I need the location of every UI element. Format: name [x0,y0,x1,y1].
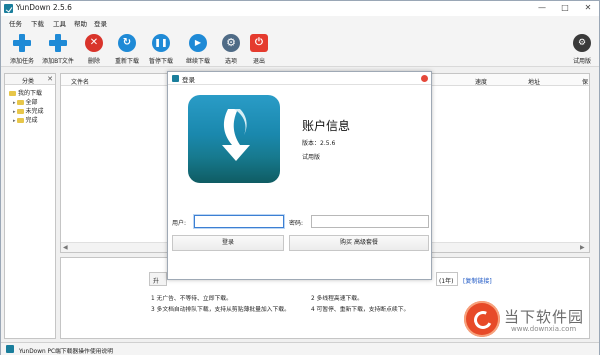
toolbar: 添加任务 添加BT文件 ✕ 删除 ↻ 重新下载 ❚❚ 暂停下载 ▶ 继续下载 ⚙… [1,29,599,67]
dialog-app-icon [172,75,179,82]
gear-icon: ⚙ [222,34,240,52]
password-input[interactable] [311,215,429,228]
column-filename[interactable]: 文件名 [71,77,89,86]
tree-root-label: 我的下载 [18,90,43,97]
scroll-right-icon[interactable]: ▶ [580,244,585,251]
add-bt-icon [49,34,67,52]
tree-item-all[interactable]: ▸ 全部 [13,97,38,106]
scroll-left-icon[interactable]: ◀ [63,244,68,251]
login-dialog: 登录 账户信息 版本：2.5.6 试用版 用户: 密码: 登录 购买 高级套餐 [167,71,432,280]
watermark-logo-icon [464,301,500,337]
add-task-button[interactable]: 添加任务 [2,32,42,66]
password-label: 密码: [289,220,304,227]
category-panel-close-button[interactable]: ✕ [47,75,53,83]
add-bt-button[interactable]: 添加BT文件 [38,32,78,66]
trial-label: 试用版 [572,58,591,65]
menu-tools[interactable]: 工具 [53,18,66,28]
column-speed[interactable]: 速度 [475,77,487,86]
exit-label: 退出 [252,58,265,65]
trial-badge-icon: ⚙ [573,34,591,52]
feature-4: 4 可暂停、重新下载，支持断点续下。 [311,307,410,313]
close-button[interactable]: ✕ [580,2,596,14]
tree-item-all-label: 全部 [25,99,38,106]
login-dialog-title: 登录 [182,76,195,84]
menu-bar: 任务 下载 工具 帮助 登录 [1,16,599,29]
watermark-title: 当下软件园 [504,308,585,326]
menu-download[interactable]: 下载 [31,18,44,28]
app-large-logo-icon [188,95,280,183]
user-input[interactable] [194,215,284,228]
copy-link[interactable]: [复制链接] [463,276,492,285]
account-info-title: 账户信息 [302,119,351,133]
maximize-button[interactable]: □ [557,2,573,14]
column-address[interactable]: 地址 [528,77,540,86]
feature-3: 3 多文档自动排队下载，支持从剪贴薄批量加入下载。 [151,307,290,313]
dialog-close-button[interactable] [421,75,428,82]
status-text[interactable]: YunDown PC端下载器操作使用说明 [19,346,113,355]
login-dialog-titlebar: 登录 [168,72,431,85]
category-panel-header: 分类 ✕ [5,74,55,85]
folder-icon [16,109,24,114]
user-label: 用户: [172,220,187,227]
status-bar: YunDown PC端下载器操作使用说明 [1,342,599,355]
feature-2: 2 多线程高速下载。 [311,296,363,302]
menu-task[interactable]: 任务 [9,18,22,28]
plan-duration: (1年) [439,278,454,285]
folder-icon [16,100,24,105]
feature-1: 1 无广告、不等待、立即下载。 [151,296,232,302]
tree-item-incomplete-label: 未完成 [25,108,44,115]
add-task-icon [13,34,31,52]
column-save[interactable]: 保 [582,77,588,86]
login-button[interactable]: 登录 [172,235,284,251]
category-panel: 分类 ✕ 我的下载 ▸ 全部 ▸ 未完成 ▸ 完成 [4,73,56,339]
pause-icon: ❚❚ [152,34,170,52]
tree-item-incomplete[interactable]: ▸ 未完成 [13,106,44,115]
menu-help[interactable]: 帮助 [74,18,87,28]
pause-button[interactable]: ❚❚ 暂停下载 [141,32,181,66]
title-bar: YunDown 2.5.6 — □ ✕ [1,1,599,16]
minimize-button[interactable]: — [534,2,550,14]
edition-text: 试用版 [302,154,321,161]
trial-version-indicator: ⚙ 试用版 [562,32,600,66]
add-task-label: 添加任务 [9,58,34,65]
app-title: YunDown 2.5.6 [16,3,72,12]
category-panel-title: 分类 [22,78,35,85]
version-text: 版本：2.5.6 [302,140,336,147]
app-window: YunDown 2.5.6 — □ ✕ 任务 下载 工具 帮助 登录 添加任务 … [0,0,600,355]
status-app-icon [6,345,14,353]
folder-icon [16,118,24,123]
tree-item-complete[interactable]: ▸ 完成 [13,115,38,124]
expand-icon: ▸ [13,118,16,124]
pause-label: 暂停下载 [148,58,173,65]
tree-root-my-downloads[interactable]: 我的下载 [9,88,42,97]
buy-premium-button[interactable]: 购买 高级套餐 [289,235,429,251]
tree-item-complete-label: 完成 [25,117,38,124]
resume-icon: ▶ [189,34,207,52]
exit-button[interactable]: ⏻ 退出 [239,32,279,66]
watermark-url: www.downxia.com [511,325,577,333]
add-bt-label: 添加BT文件 [42,58,74,65]
folder-icon [9,91,16,96]
delete-icon: ✕ [85,34,103,52]
power-icon: ⏻ [250,34,268,52]
app-logo-icon [4,4,13,13]
redownload-icon: ↻ [118,34,136,52]
menu-login[interactable]: 登录 [94,18,107,28]
upgrade-button[interactable]: 升 [149,272,167,286]
